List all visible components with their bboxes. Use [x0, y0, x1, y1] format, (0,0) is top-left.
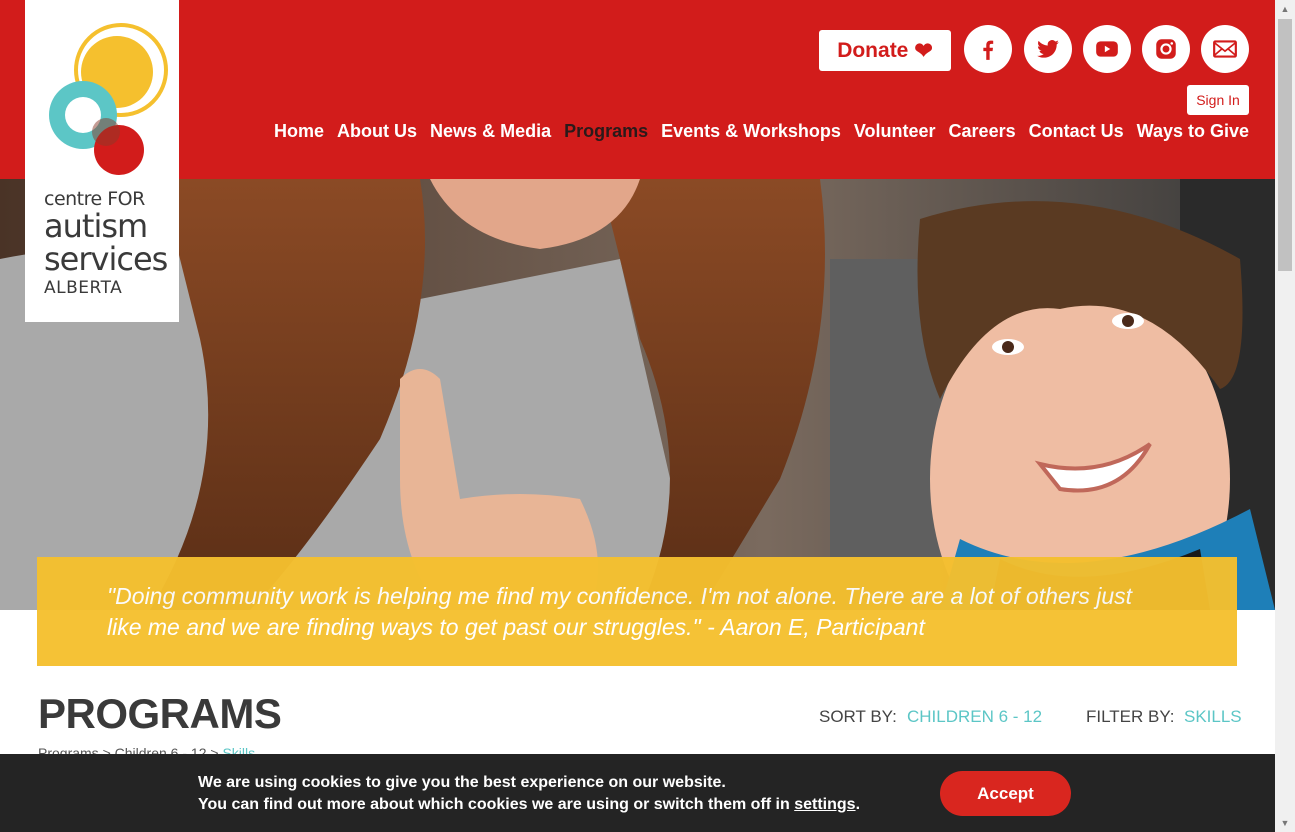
nav-item-home[interactable]: Home	[274, 121, 324, 142]
cookie-line-2-suffix: .	[855, 796, 861, 813]
site-header: Donate ❤ Sign In Home About Us News & Me…	[0, 0, 1275, 179]
nav-item-careers[interactable]: Careers	[949, 121, 1016, 142]
signin-button[interactable]: Sign In	[1187, 85, 1249, 115]
nav-item-contact-us[interactable]: Contact Us	[1029, 121, 1124, 142]
heart-icon: ❤	[914, 37, 933, 63]
nav-item-news-media[interactable]: News & Media	[430, 121, 551, 142]
page: Donate ❤ Sign In Home About Us News & Me…	[0, 0, 1275, 832]
page-scrollbar[interactable]: ▲ ▼	[1275, 0, 1295, 832]
cookie-line-2-text: You can find out more about which cookie…	[198, 796, 795, 813]
logo-wordmark: centre FOR autism services ALBERTA	[44, 188, 168, 298]
logo-line-3: services	[44, 240, 168, 278]
nav-item-volunteer[interactable]: Volunteer	[854, 121, 936, 142]
site-logo[interactable]: centre FOR autism services ALBERTA	[25, 0, 179, 322]
nav-item-about-us[interactable]: About Us	[337, 121, 417, 142]
facebook-icon[interactable]	[964, 25, 1012, 73]
logo-line-4: ALBERTA	[44, 278, 123, 298]
testimonial-banner: "Doing community work is helping me find…	[37, 557, 1237, 666]
logo-mark-icon	[49, 23, 168, 175]
filter-dropdown[interactable]: SKILLS	[1184, 707, 1242, 727]
hero-image	[0, 179, 1275, 610]
sort-label: SORT BY:	[819, 707, 897, 726]
scroll-up-arrow-icon[interactable]: ▲	[1275, 0, 1295, 18]
scroll-down-arrow-icon[interactable]: ▼	[1275, 814, 1295, 832]
cookie-message: We are using cookies to give you the bes…	[198, 772, 860, 816]
instagram-icon[interactable]	[1142, 25, 1190, 73]
donate-button[interactable]: Donate ❤	[819, 30, 951, 71]
cookie-settings-link[interactable]: settings	[794, 796, 855, 813]
cookie-line-1: We are using cookies to give you the bes…	[198, 774, 726, 791]
email-icon[interactable]	[1201, 25, 1249, 73]
nav-item-programs[interactable]: Programs	[564, 121, 648, 142]
twitter-icon[interactable]	[1024, 25, 1072, 73]
main-nav: Home About Us News & Media Programs Even…	[274, 121, 1249, 142]
scroll-thumb[interactable]	[1278, 19, 1292, 271]
cookie-line-2: You can find out more about which cookie…	[198, 794, 860, 816]
nav-item-events-workshops[interactable]: Events & Workshops	[661, 121, 841, 142]
nav-item-ways-to-give[interactable]: Ways to Give	[1137, 121, 1249, 142]
page-title: PROGRAMS	[38, 690, 282, 737]
donate-label: Donate	[837, 38, 909, 62]
sort-dropdown[interactable]: CHILDREN 6 - 12	[907, 707, 1042, 727]
accept-cookies-button[interactable]: Accept	[940, 771, 1071, 816]
filter-label: FILTER BY:	[1086, 707, 1175, 726]
testimonial-quote: "Doing community work is helping me find…	[107, 582, 1133, 640]
logo-line-2: autism	[44, 207, 148, 245]
youtube-icon[interactable]	[1083, 25, 1131, 73]
cookie-banner: We are using cookies to give you the bes…	[0, 754, 1275, 832]
